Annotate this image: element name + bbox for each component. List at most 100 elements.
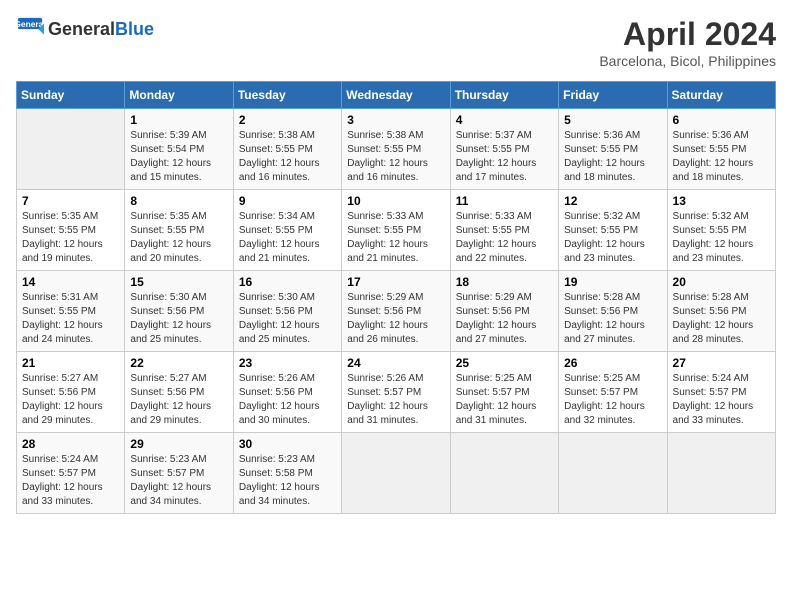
- calendar-cell: 26 Sunrise: 5:25 AM Sunset: 5:57 PM Dayli…: [559, 352, 667, 433]
- day-number: 15: [130, 275, 227, 289]
- calendar-cell: 1 Sunrise: 5:39 AM Sunset: 5:54 PM Daylig…: [125, 109, 233, 190]
- logo-icon: General: [16, 16, 44, 44]
- calendar-cell: 29 Sunrise: 5:23 AM Sunset: 5:57 PM Dayli…: [125, 433, 233, 514]
- day-info: Sunrise: 5:29 AM Sunset: 5:56 PM Dayligh…: [456, 291, 553, 347]
- day-number: 21: [22, 356, 119, 370]
- day-number: 13: [673, 194, 770, 208]
- logo-line1: General: [48, 19, 115, 39]
- col-header-wednesday: Wednesday: [342, 82, 450, 109]
- calendar-cell: 19 Sunrise: 5:28 AM Sunset: 5:56 PM Dayli…: [559, 271, 667, 352]
- day-info: Sunrise: 5:32 AM Sunset: 5:55 PM Dayligh…: [673, 210, 770, 266]
- day-info: Sunrise: 5:27 AM Sunset: 5:56 PM Dayligh…: [130, 372, 227, 428]
- day-info: Sunrise: 5:32 AM Sunset: 5:55 PM Dayligh…: [564, 210, 661, 266]
- calendar-cell: 30Sunrise: 5:23 AM Sunset: 5:58 PM Dayli…: [233, 433, 341, 514]
- calendar-cell: 4 Sunrise: 5:37 AM Sunset: 5:55 PM Daylig…: [450, 109, 558, 190]
- day-info: Sunrise: 5:39 AM Sunset: 5:54 PM Dayligh…: [130, 129, 227, 185]
- day-number: 24: [347, 356, 444, 370]
- day-info: Sunrise: 5:24 AM Sunset: 5:57 PM Dayligh…: [673, 372, 770, 428]
- day-number: 18: [456, 275, 553, 289]
- calendar-cell: 22 Sunrise: 5:27 AM Sunset: 5:56 PM Dayli…: [125, 352, 233, 433]
- calendar-cell: 11Sunrise: 5:33 AM Sunset: 5:55 PM Dayli…: [450, 190, 558, 271]
- day-number: 7: [22, 194, 119, 208]
- calendar-cell: 28 Sunrise: 5:24 AM Sunset: 5:57 PM Dayli…: [17, 433, 125, 514]
- location-title: Barcelona, Bicol, Philippines: [599, 53, 776, 69]
- day-number: 4: [456, 113, 553, 127]
- day-info: Sunrise: 5:35 AM Sunset: 5:55 PM Dayligh…: [22, 210, 119, 266]
- col-header-friday: Friday: [559, 82, 667, 109]
- col-header-sunday: Sunday: [17, 82, 125, 109]
- calendar-cell: 6 Sunrise: 5:36 AM Sunset: 5:55 PM Daylig…: [667, 109, 775, 190]
- calendar-cell: 9 Sunrise: 5:34 AM Sunset: 5:55 PM Daylig…: [233, 190, 341, 271]
- day-number: 14: [22, 275, 119, 289]
- day-number: 12: [564, 194, 661, 208]
- day-info: Sunrise: 5:30 AM Sunset: 5:56 PM Dayligh…: [239, 291, 336, 347]
- logo: General GeneralBlue: [16, 16, 154, 44]
- day-number: 29: [130, 437, 227, 451]
- col-header-saturday: Saturday: [667, 82, 775, 109]
- col-header-tuesday: Tuesday: [233, 82, 341, 109]
- title-block: April 2024 Barcelona, Bicol, Philippines: [599, 16, 776, 69]
- page-header: General GeneralBlue April 2024 Barcelona…: [16, 16, 776, 69]
- calendar-cell: 7 Sunrise: 5:35 AM Sunset: 5:55 PM Daylig…: [17, 190, 125, 271]
- day-info: Sunrise: 5:30 AM Sunset: 5:56 PM Dayligh…: [130, 291, 227, 347]
- day-info: Sunrise: 5:35 AM Sunset: 5:55 PM Dayligh…: [130, 210, 227, 266]
- logo-line2: Blue: [115, 19, 154, 39]
- day-info: Sunrise: 5:28 AM Sunset: 5:56 PM Dayligh…: [673, 291, 770, 347]
- day-info: Sunrise: 5:23 AM Sunset: 5:57 PM Dayligh…: [130, 453, 227, 509]
- calendar-cell: 8 Sunrise: 5:35 AM Sunset: 5:55 PM Daylig…: [125, 190, 233, 271]
- calendar-cell: [667, 433, 775, 514]
- calendar-cell: 25 Sunrise: 5:25 AM Sunset: 5:57 PM Dayli…: [450, 352, 558, 433]
- day-info: Sunrise: 5:26 AM Sunset: 5:56 PM Dayligh…: [239, 372, 336, 428]
- calendar-cell: [450, 433, 558, 514]
- calendar-cell: [342, 433, 450, 514]
- day-info: Sunrise: 5:34 AM Sunset: 5:55 PM Dayligh…: [239, 210, 336, 266]
- calendar-cell: 12 Sunrise: 5:32 AM Sunset: 5:55 PM Dayli…: [559, 190, 667, 271]
- day-number: 28: [22, 437, 119, 451]
- calendar-cell: 18 Sunrise: 5:29 AM Sunset: 5:56 PM Dayli…: [450, 271, 558, 352]
- day-number: 9: [239, 194, 336, 208]
- day-info: Sunrise: 5:28 AM Sunset: 5:56 PM Dayligh…: [564, 291, 661, 347]
- day-number: 25: [456, 356, 553, 370]
- day-number: 17: [347, 275, 444, 289]
- day-number: 27: [673, 356, 770, 370]
- day-info: Sunrise: 5:36 AM Sunset: 5:55 PM Dayligh…: [564, 129, 661, 185]
- day-info: Sunrise: 5:38 AM Sunset: 5:55 PM Dayligh…: [347, 129, 444, 185]
- calendar-cell: 13 Sunrise: 5:32 AM Sunset: 5:55 PM Dayli…: [667, 190, 775, 271]
- day-info: Sunrise: 5:36 AM Sunset: 5:55 PM Dayligh…: [673, 129, 770, 185]
- day-info: Sunrise: 5:23 AM Sunset: 5:58 PM Dayligh…: [239, 453, 336, 509]
- day-number: 10: [347, 194, 444, 208]
- day-number: 16: [239, 275, 336, 289]
- day-info: Sunrise: 5:25 AM Sunset: 5:57 PM Dayligh…: [456, 372, 553, 428]
- day-info: Sunrise: 5:27 AM Sunset: 5:56 PM Dayligh…: [22, 372, 119, 428]
- calendar-cell: [17, 109, 125, 190]
- calendar-table: SundayMondayTuesdayWednesdayThursdayFrid…: [16, 81, 776, 514]
- calendar-cell: [559, 433, 667, 514]
- day-number: 23: [239, 356, 336, 370]
- day-number: 22: [130, 356, 227, 370]
- day-number: 3: [347, 113, 444, 127]
- col-header-monday: Monday: [125, 82, 233, 109]
- calendar-cell: 24 Sunrise: 5:26 AM Sunset: 5:57 PM Dayli…: [342, 352, 450, 433]
- day-number: 6: [673, 113, 770, 127]
- day-info: Sunrise: 5:31 AM Sunset: 5:55 PM Dayligh…: [22, 291, 119, 347]
- day-number: 1: [130, 113, 227, 127]
- calendar-cell: 10Sunrise: 5:33 AM Sunset: 5:55 PM Dayli…: [342, 190, 450, 271]
- calendar-cell: 15 Sunrise: 5:30 AM Sunset: 5:56 PM Dayli…: [125, 271, 233, 352]
- day-number: 8: [130, 194, 227, 208]
- day-number: 20: [673, 275, 770, 289]
- day-info: Sunrise: 5:24 AM Sunset: 5:57 PM Dayligh…: [22, 453, 119, 509]
- day-info: Sunrise: 5:26 AM Sunset: 5:57 PM Dayligh…: [347, 372, 444, 428]
- calendar-cell: 23 Sunrise: 5:26 AM Sunset: 5:56 PM Dayli…: [233, 352, 341, 433]
- calendar-cell: 27 Sunrise: 5:24 AM Sunset: 5:57 PM Dayli…: [667, 352, 775, 433]
- calendar-cell: 14 Sunrise: 5:31 AM Sunset: 5:55 PM Dayli…: [17, 271, 125, 352]
- day-number: 26: [564, 356, 661, 370]
- day-number: 5: [564, 113, 661, 127]
- day-info: Sunrise: 5:25 AM Sunset: 5:57 PM Dayligh…: [564, 372, 661, 428]
- calendar-cell: 17 Sunrise: 5:29 AM Sunset: 5:56 PM Dayli…: [342, 271, 450, 352]
- calendar-cell: 21 Sunrise: 5:27 AM Sunset: 5:56 PM Dayli…: [17, 352, 125, 433]
- day-info: Sunrise: 5:37 AM Sunset: 5:55 PM Dayligh…: [456, 129, 553, 185]
- month-title: April 2024: [599, 16, 776, 53]
- calendar-cell: 3 Sunrise: 5:38 AM Sunset: 5:55 PM Daylig…: [342, 109, 450, 190]
- day-number: 19: [564, 275, 661, 289]
- day-info: Sunrise: 5:29 AM Sunset: 5:56 PM Dayligh…: [347, 291, 444, 347]
